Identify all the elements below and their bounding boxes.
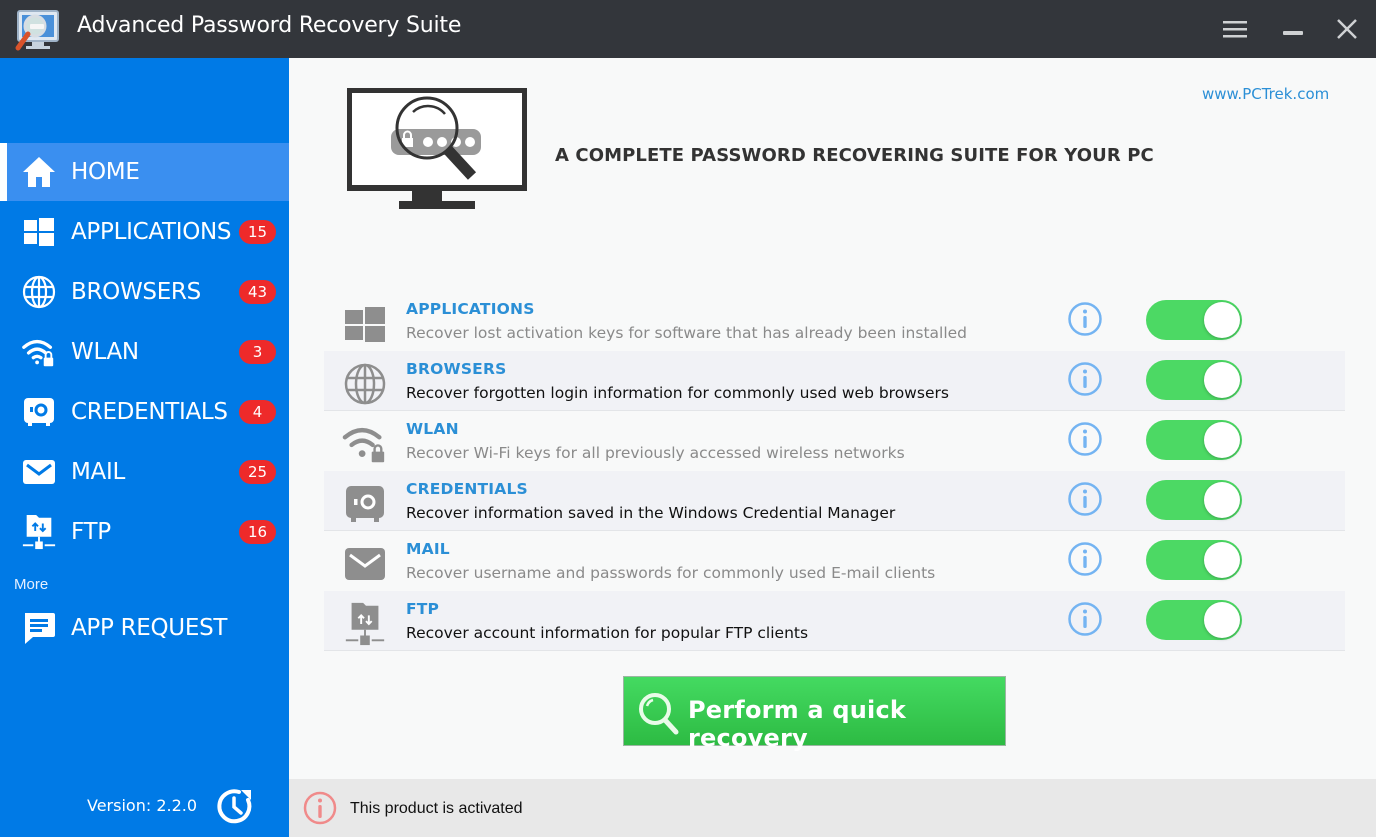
mail-icon xyxy=(342,543,388,585)
module-title: FTP xyxy=(406,600,440,618)
count-badge: 15 xyxy=(239,220,276,244)
info-icon[interactable] xyxy=(1067,541,1103,577)
module-row-applications: APPLICATIONS Recover lost activation key… xyxy=(324,291,1345,351)
globe-icon xyxy=(21,274,57,310)
toggle-knob xyxy=(1204,542,1240,578)
wifi-lock-icon xyxy=(21,334,57,370)
menu-button[interactable] xyxy=(1217,12,1253,46)
info-icon[interactable] xyxy=(1067,301,1103,337)
ftp-icon xyxy=(342,602,388,646)
globe-icon xyxy=(342,363,388,405)
module-description: Recover account information for popular … xyxy=(406,624,809,642)
module-title: APPLICATIONS xyxy=(406,300,535,318)
info-alert-icon xyxy=(303,791,337,825)
toggle-knob xyxy=(1204,602,1240,638)
module-toggle[interactable] xyxy=(1146,360,1242,400)
window-title: Advanced Password Recovery Suite xyxy=(77,13,462,38)
quick-recovery-label: Perform a quick recovery xyxy=(688,696,907,752)
activation-status-text: This product is activated xyxy=(350,800,523,817)
module-description: Recover lost activation keys for softwar… xyxy=(406,324,968,342)
home-icon xyxy=(21,154,57,190)
chat-icon xyxy=(21,610,57,646)
count-badge: 3 xyxy=(239,340,276,364)
sidebar-item-label: WLAN xyxy=(71,339,139,365)
search-icon xyxy=(639,693,679,735)
module-description: Recover forgotten login information for … xyxy=(406,384,949,402)
sidebar-item-label: MAIL xyxy=(71,459,125,485)
module-toggle[interactable] xyxy=(1146,300,1242,340)
more-section-label: More xyxy=(14,576,49,593)
minimize-icon xyxy=(1283,31,1303,35)
module-row-browsers: BROWSERS Recover forgotten login informa… xyxy=(324,351,1345,411)
module-title: MAIL xyxy=(406,540,450,558)
app-logo-icon xyxy=(15,10,59,51)
sidebar: HOME APPLICATIONS 15 BROWSERS 43 WLAN 3 … xyxy=(0,58,289,837)
module-title: CREDENTIALS xyxy=(406,480,528,498)
module-description: Recover username and passwords for commo… xyxy=(406,564,936,582)
module-toggle[interactable] xyxy=(1146,420,1242,460)
tagline-heading: A COMPLETE PASSWORD RECOVERING SUITE FOR… xyxy=(555,145,1154,166)
module-description: Recover Wi-Fi keys for all previously ac… xyxy=(406,444,905,462)
sidebar-item-mail[interactable]: MAIL 25 xyxy=(0,443,289,501)
wifi-lock-icon xyxy=(342,423,388,465)
sidebar-item-app-request[interactable]: APP REQUEST xyxy=(0,599,289,657)
update-history-icon[interactable] xyxy=(215,786,255,826)
module-row-mail: MAIL Recover username and passwords for … xyxy=(324,531,1345,591)
menu-icon xyxy=(1223,21,1247,38)
count-badge: 4 xyxy=(239,400,276,424)
minimize-button[interactable] xyxy=(1275,12,1311,46)
sidebar-item-label: BROWSERS xyxy=(71,279,201,305)
monitor-password-search-icon xyxy=(347,88,527,209)
module-row-credentials: CREDENTIALS Recover information saved in… xyxy=(324,471,1345,531)
module-toggle[interactable] xyxy=(1146,600,1242,640)
sidebar-item-home[interactable]: HOME xyxy=(0,143,289,201)
sidebar-item-label: APP REQUEST xyxy=(71,615,228,641)
sidebar-item-browsers[interactable]: BROWSERS 43 xyxy=(0,263,289,321)
website-link[interactable]: www.PCTrek.com xyxy=(1202,85,1329,103)
windows-icon xyxy=(342,303,388,345)
sidebar-item-label: APPLICATIONS xyxy=(71,219,232,245)
title-bar: Advanced Password Recovery Suite xyxy=(0,0,1376,58)
quick-recovery-button[interactable]: Perform a quick recovery xyxy=(623,676,1006,752)
main-panel: www.PCTrek.com A COMPLETE PASSWORD RECOV… xyxy=(289,58,1376,779)
sidebar-item-wlan[interactable]: WLAN 3 xyxy=(0,323,289,381)
sidebar-item-applications[interactable]: APPLICATIONS 15 xyxy=(0,203,289,261)
mail-icon xyxy=(21,454,57,490)
safe-icon xyxy=(21,394,57,430)
info-icon[interactable] xyxy=(1067,601,1103,637)
sidebar-item-label: FTP xyxy=(71,519,111,545)
status-bar: This product is activated xyxy=(289,779,1376,837)
info-icon[interactable] xyxy=(1067,361,1103,397)
count-badge: 25 xyxy=(239,460,276,484)
sidebar-item-label: CREDENTIALS xyxy=(71,399,228,425)
ftp-icon xyxy=(21,514,57,550)
module-title: WLAN xyxy=(406,420,459,438)
module-description: Recover information saved in the Windows… xyxy=(406,504,896,522)
windows-icon xyxy=(21,214,57,250)
module-toggle[interactable] xyxy=(1146,540,1242,580)
module-title: BROWSERS xyxy=(406,360,507,378)
close-icon xyxy=(1337,19,1357,39)
sidebar-item-credentials[interactable]: CREDENTIALS 4 xyxy=(0,383,289,441)
count-badge: 16 xyxy=(239,520,276,544)
info-icon[interactable] xyxy=(1067,421,1103,457)
count-badge: 43 xyxy=(239,280,276,304)
toggle-knob xyxy=(1204,302,1240,338)
info-icon[interactable] xyxy=(1067,481,1103,517)
toggle-knob xyxy=(1204,422,1240,458)
toggle-knob xyxy=(1204,482,1240,518)
sidebar-item-label: HOME xyxy=(71,159,140,185)
version-label: Version: 2.2.0 xyxy=(87,796,198,815)
module-list: APPLICATIONS Recover lost activation key… xyxy=(324,291,1345,651)
sidebar-item-ftp[interactable]: FTP 16 xyxy=(0,503,289,561)
safe-icon xyxy=(342,483,388,525)
toggle-knob xyxy=(1204,362,1240,398)
module-row-wlan: WLAN Recover Wi-Fi keys for all previous… xyxy=(324,411,1345,471)
module-toggle[interactable] xyxy=(1146,480,1242,520)
module-row-ftp: FTP Recover account information for popu… xyxy=(324,591,1345,651)
close-button[interactable] xyxy=(1329,12,1365,46)
